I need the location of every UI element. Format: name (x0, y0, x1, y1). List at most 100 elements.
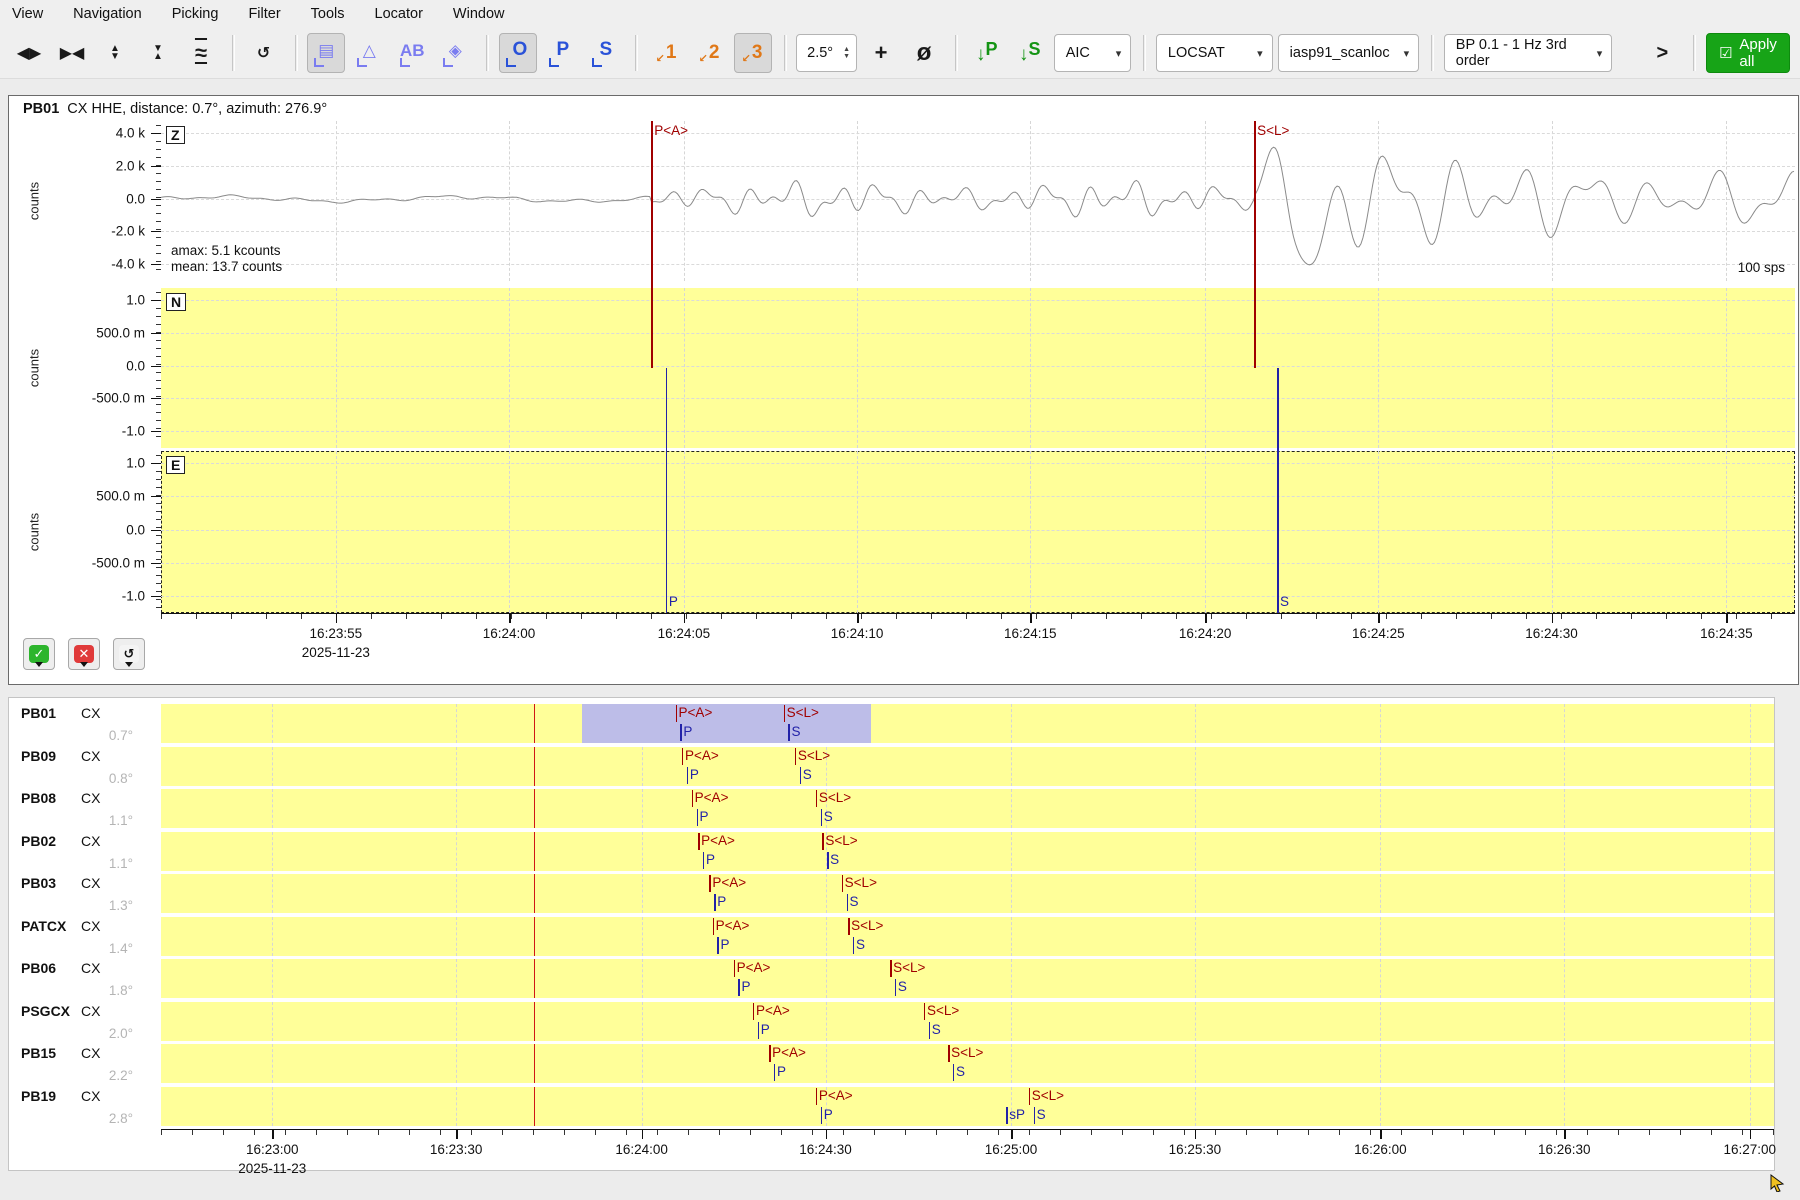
station-row-pb06[interactable]: PB06CX1.8°P<A>S<L>PS (9, 959, 1774, 998)
menu-item-locator[interactable]: Locator (375, 6, 423, 22)
rotation-lock-icon[interactable]: ↺ (245, 33, 283, 73)
menu-item-window[interactable]: Window (453, 6, 505, 22)
station-trace-track[interactable]: P<A>S<L>PS (161, 747, 1774, 786)
marker-tick (1029, 1088, 1031, 1105)
expand-vertical-icon[interactable]: ▲ ▼ (96, 33, 134, 73)
collapse-vertical-icon[interactable]: ▼ ▲ (139, 33, 177, 73)
angle-range-spinner[interactable]: 2.5°▲▼ (796, 34, 857, 72)
grid-line-vertical (1011, 1044, 1012, 1083)
station-trace-track[interactable]: P<A>S<L>PsPS (161, 1087, 1774, 1126)
axis-major-tick (826, 1129, 828, 1139)
grid-line-vertical (642, 959, 643, 998)
marker-label: P<A> (716, 918, 750, 933)
trace-plot-z[interactable]: Zamax: 5.1 kcountsmean: 13.7 counts100 s… (161, 121, 1795, 281)
expand-horizontal-icon[interactable]: ◀▶ (10, 33, 48, 73)
y-major-tick (151, 166, 161, 167)
locator-combo[interactable]: LOCSAT▾ (1156, 34, 1273, 72)
apply-all-label: Apply all (1739, 36, 1777, 70)
marker-tick (822, 833, 824, 850)
zoom-preset-1-icon[interactable]: ↙1 (648, 33, 686, 73)
station-trace-track[interactable]: P<A>S<L>PS (161, 874, 1774, 913)
grid-line-vertical (1011, 747, 1012, 786)
station-row-pb03[interactable]: PB03CX1.3°P<A>S<L>PS (9, 874, 1774, 913)
origin-time-line (534, 959, 536, 998)
menu-item-picking[interactable]: Picking (172, 6, 219, 22)
menu-item-navigation[interactable]: Navigation (73, 6, 142, 22)
grid-line-vertical (1552, 451, 1553, 613)
revert-button[interactable]: ↺ (113, 638, 145, 670)
grid-line-vertical (336, 288, 337, 448)
amplitude-scale-icon[interactable]: ▤ (307, 33, 345, 73)
velocity-profile-combo[interactable]: iasp91_scanloc▾ (1278, 34, 1420, 72)
axis-major-tick (1205, 613, 1207, 623)
grid-line-vertical (456, 1044, 457, 1083)
zoom-preset-3-icon[interactable]: ↙3 (734, 33, 772, 73)
fetch-p-picks-button[interactable]: ↓P (968, 33, 1006, 73)
station-trace-track[interactable]: P<A>S<L>PS (161, 959, 1774, 998)
spinner-arrows[interactable]: ▲▼ (843, 46, 850, 60)
grid-line-vertical (509, 451, 510, 613)
grid-line-vertical (1564, 874, 1565, 913)
component-stack-icon[interactable]: ◈ (436, 33, 474, 73)
filter-combo[interactable]: BP 0.1 - 1 Hz 3rd order▾ (1444, 34, 1613, 72)
chevron-down-icon: ▾ (1257, 47, 1263, 60)
expand-toolbar-button[interactable]: > (1643, 33, 1681, 73)
pick-s-icon[interactable]: S (585, 33, 623, 73)
apply-all-button[interactable]: ☑Apply all (1706, 33, 1790, 73)
station-trace-track[interactable]: P<A>S<L>PS (161, 789, 1774, 828)
zoom-preset-2-icon[interactable]: ↙2 (691, 33, 729, 73)
normalize-waveform-icon[interactable]: ≈ (182, 33, 220, 73)
rename-channels-icon[interactable]: AB (393, 33, 431, 73)
hide-traces-button[interactable]: ø (905, 33, 943, 73)
station-row-pb15[interactable]: PB15CX2.2°P<A>S<L>PS (9, 1044, 1774, 1083)
grid-line-vertical (1564, 1044, 1565, 1083)
collapse-horizontal-icon[interactable]: ▶◀ (53, 33, 91, 73)
station-row-patcx[interactable]: PATCXCX1.4°P<A>S<L>PS (9, 917, 1774, 956)
station-row-pb19[interactable]: PB19CX2.8°P<A>S<L>PsPS (9, 1087, 1774, 1126)
add-station-button[interactable]: + (862, 33, 900, 73)
picker-algorithm-combo[interactable]: AIC▾ (1054, 34, 1132, 72)
y-axis-unit-label: counts (27, 513, 42, 551)
station-row-pb09[interactable]: PB09CX0.8°P<A>S<L>PS (9, 747, 1774, 786)
menu-item-view[interactable]: View (12, 6, 43, 22)
station-trace-track[interactable]: P<A>S<L>PS (161, 1044, 1774, 1083)
toolbar-separator (1143, 35, 1144, 71)
menu-item-tools[interactable]: Tools (311, 6, 345, 22)
station-distance: 2.8° (109, 1111, 133, 1126)
station-trace-track[interactable]: P<A>S<L>PS (161, 704, 1774, 743)
y-major-tick (151, 231, 161, 232)
station-row-pb08[interactable]: PB08CX1.1°P<A>S<L>PS (9, 789, 1774, 828)
y-tick-label: 500.0 m (96, 489, 145, 504)
marker-tick (697, 809, 699, 826)
pick-p-icon[interactable]: P (542, 33, 580, 73)
station-trace-track[interactable]: P<A>S<L>PS (161, 1002, 1774, 1041)
axis-major-tick (1552, 613, 1554, 623)
pick-origin-icon[interactable]: O (499, 33, 537, 73)
marker-label: P<A> (685, 748, 719, 763)
fetch-s-picks-button[interactable]: ↓S (1011, 33, 1049, 73)
axis-major-tick (456, 1129, 458, 1139)
marker-label: P (700, 809, 709, 824)
network-code: CX (81, 918, 100, 934)
menu-item-filter[interactable]: Filter (248, 6, 280, 22)
station-trace-track[interactable]: P<A>S<L>PS (161, 832, 1774, 871)
marker-label: sP (1009, 1107, 1025, 1122)
station-row-pb02[interactable]: PB02CX1.1°P<A>S<L>PS (9, 832, 1774, 871)
confirm-button[interactable]: ✓ (23, 638, 55, 670)
grid-line-vertical (1750, 832, 1751, 871)
station-row-pb01[interactable]: PB01CX0.7°P<A>S<L>PS (9, 704, 1774, 743)
station-row-psgcx[interactable]: PSGCXCX2.0°P<A>S<L>PS (9, 1002, 1774, 1041)
marker-label: P<A> (679, 705, 713, 720)
origin-time-line (534, 789, 536, 828)
origin-time-line (534, 917, 536, 956)
station-trace-track[interactable]: P<A>S<L>PS (161, 917, 1774, 956)
grid-line-vertical (642, 1044, 643, 1083)
trace-plot-e[interactable]: E (161, 451, 1795, 613)
axis-time-label: 16:23:00 (246, 1142, 299, 1157)
station-distance: 1.1° (109, 813, 133, 828)
marker-tick (848, 918, 850, 935)
grid-line-vertical (272, 747, 273, 786)
min-max-icon[interactable]: △ (350, 33, 388, 73)
trace-plot-n[interactable]: N (161, 288, 1795, 448)
reject-button[interactable]: ✕ (68, 638, 100, 670)
